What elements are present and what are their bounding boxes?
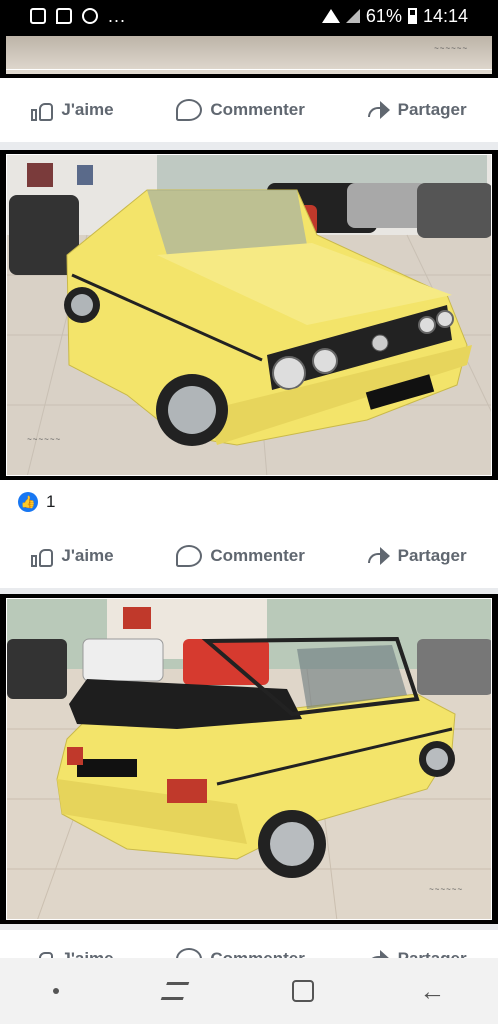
post3-photo[interactable]: ~~~~~~ <box>0 594 498 924</box>
thumbs-up-icon <box>31 99 54 121</box>
back-icon[interactable]: ← <box>419 978 445 1004</box>
post1-photo[interactable]: ~~~~~~ <box>0 32 498 78</box>
navigation-bar: ← <box>0 958 498 1024</box>
watermark: ~~~~~~ <box>433 44 468 53</box>
comment-label: Commenter <box>210 546 305 565</box>
like-button[interactable]: J'aime <box>31 545 114 567</box>
share-icon <box>367 545 390 567</box>
comment-icon <box>176 99 203 121</box>
comment-button[interactable]: Commenter <box>176 545 305 567</box>
thumbs-up-icon <box>31 545 54 567</box>
post2-reactions[interactable]: 👍 1 <box>0 480 498 524</box>
home-icon[interactable] <box>291 980 314 1002</box>
recent-apps-icon[interactable] <box>160 982 190 1000</box>
comment-button[interactable]: Commenter <box>176 99 305 121</box>
comment-icon <box>176 545 203 567</box>
battery-icon <box>407 8 417 24</box>
reaction-count: 1 <box>46 492 56 511</box>
more-notifications: ... <box>108 5 127 26</box>
message-icon <box>56 8 72 24</box>
signal-icon <box>345 9 360 23</box>
like-label: J'aime <box>61 546 114 565</box>
gallery-icon <box>30 8 46 24</box>
sync-icon <box>82 8 98 24</box>
car-front-image <box>7 155 491 475</box>
share-button[interactable]: Partager <box>367 99 467 121</box>
like-reaction-icon: 👍 <box>18 492 38 512</box>
watermark: ~~~~~~ <box>27 435 62 444</box>
share-label: Partager <box>397 100 467 119</box>
car-rear-image <box>7 599 491 919</box>
share-icon <box>367 99 390 121</box>
watermark: ~~~~~~ <box>428 885 463 894</box>
share-button[interactable]: Partager <box>367 545 467 567</box>
like-label: J'aime <box>61 100 114 119</box>
post1-actions: J'aime Commenter Partager <box>0 78 498 142</box>
share-label: Partager <box>397 546 467 565</box>
nav-dot-icon[interactable] <box>52 988 59 994</box>
wifi-icon <box>321 9 340 23</box>
post2-actions: J'aime Commenter Partager <box>0 524 498 588</box>
status-bar: ... 61% 14:14 <box>0 0 498 32</box>
comment-label: Commenter <box>210 100 305 119</box>
clock: 14:14 <box>422 5 468 26</box>
battery-percent: 61% <box>365 5 402 26</box>
post2-photo[interactable]: ~~~~~~ <box>0 150 498 480</box>
like-button[interactable]: J'aime <box>31 99 114 121</box>
